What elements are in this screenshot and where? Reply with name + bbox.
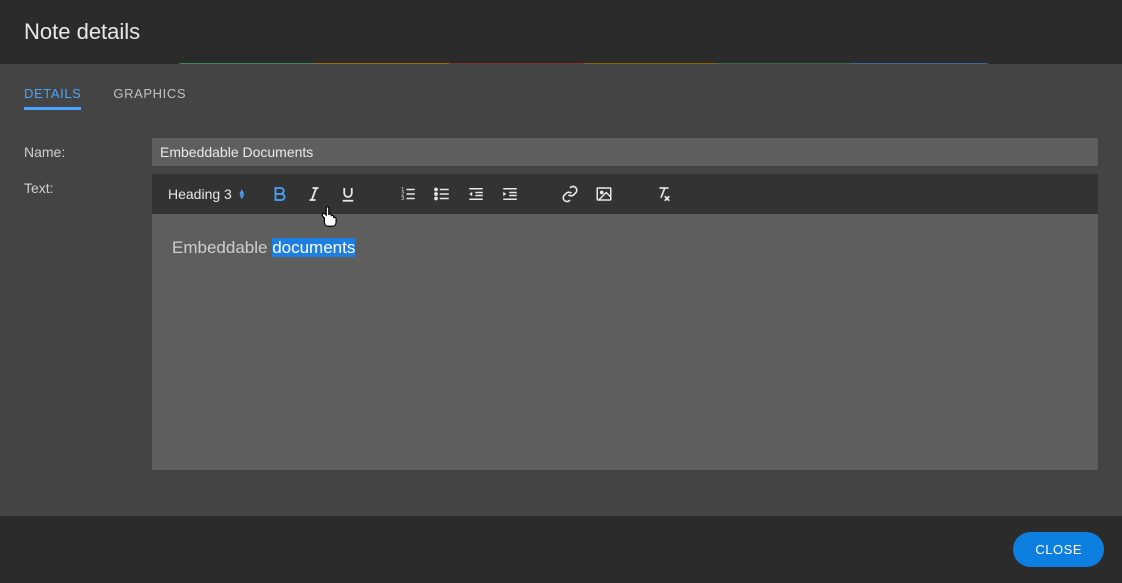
editor-text-prefix: Embeddable (172, 238, 272, 257)
heading-select-label: Heading 3 (168, 186, 232, 202)
name-label: Name: (24, 138, 152, 160)
image-button[interactable] (594, 184, 614, 204)
rich-text-editor: Heading 3 ▲▼ (152, 174, 1098, 470)
tab-details[interactable]: Details (24, 80, 81, 110)
toolbar-group-insert (560, 184, 614, 204)
outdent-button[interactable] (466, 184, 486, 204)
dialog-content: Details Graphics Name: Text: Heading 3 ▲… (0, 64, 1122, 516)
row-name: Name: (24, 138, 1098, 166)
editor-toolbar: Heading 3 ▲▼ (152, 174, 1098, 214)
toolbar-group-text (270, 184, 358, 204)
dialog-footer: Close (0, 516, 1122, 583)
tab-graphics[interactable]: Graphics (113, 80, 186, 110)
text-label: Text: (24, 174, 152, 196)
close-button[interactable]: Close (1013, 532, 1104, 567)
indent-button[interactable] (500, 184, 520, 204)
toolbar-group-clear (654, 184, 674, 204)
dropdown-arrows-icon: ▲▼ (238, 189, 246, 199)
dialog-titlebar: Note details (0, 0, 1122, 63)
bold-button[interactable] (270, 184, 290, 204)
heading-select[interactable]: Heading 3 ▲▼ (168, 186, 254, 202)
ordered-list-button[interactable]: 1 2 3 (398, 184, 418, 204)
clear-formatting-button[interactable] (654, 184, 674, 204)
unordered-list-button[interactable] (432, 184, 452, 204)
italic-button[interactable] (304, 184, 324, 204)
svg-text:3: 3 (401, 196, 404, 202)
link-button[interactable] (560, 184, 580, 204)
row-text: Text: Heading 3 ▲▼ (24, 174, 1098, 470)
dialog-title: Note details (24, 19, 140, 45)
form: Name: Text: Heading 3 ▲▼ (24, 118, 1098, 470)
underline-button[interactable] (338, 184, 358, 204)
toolbar-group-list: 1 2 3 (398, 184, 520, 204)
editor-text-selection: documents (272, 238, 355, 257)
tab-bar: Details Graphics (24, 64, 1098, 118)
accent-stripe (0, 63, 1122, 64)
editor-body[interactable]: Embeddable documents (152, 214, 1098, 470)
name-input[interactable] (152, 138, 1098, 166)
